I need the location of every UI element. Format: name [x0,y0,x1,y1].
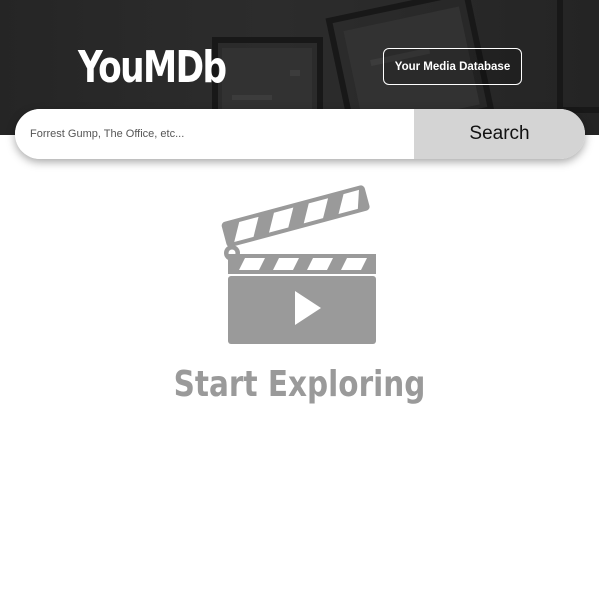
tagline-button[interactable]: Your Media Database [383,48,522,85]
search-button[interactable]: Search [414,109,585,159]
brand-logo[interactable]: YouMDb [78,38,227,98]
search-bar: Search [15,109,585,159]
empty-state-title: Start Exploring [173,364,426,405]
clapperboard-play-icon [221,185,376,344]
search-input[interactable] [15,109,414,159]
empty-state: Start Exploring [0,180,599,420]
